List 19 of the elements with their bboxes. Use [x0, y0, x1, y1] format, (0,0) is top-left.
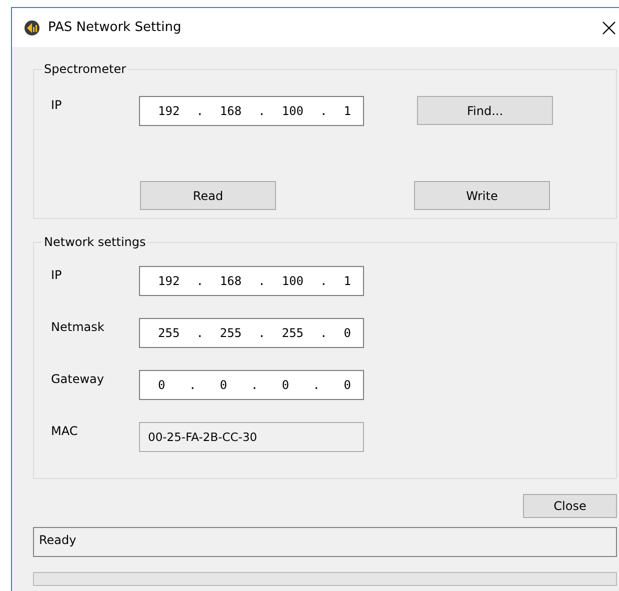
ip-address-field[interactable]: 0 . 0 . 0 . 0	[139, 370, 364, 400]
field-label: Gateway	[50, 371, 106, 387]
find-button[interactable]: Find...	[417, 96, 553, 125]
ip-address-field[interactable]: 255 . 255 . 255 . 0	[139, 318, 364, 348]
status-bar: Ready	[33, 527, 617, 557]
field-label: Netmask	[50, 319, 106, 335]
close-button[interactable]: Close	[523, 494, 617, 518]
field-label: IP	[50, 97, 63, 113]
field-label: IP	[50, 267, 63, 283]
field-label: MAC	[50, 423, 79, 439]
read-button[interactable]: Read	[140, 181, 276, 210]
group-title: Spectrometer	[42, 62, 128, 77]
app-logo-icon	[24, 20, 40, 36]
window-title: PAS Network Setting	[48, 20, 182, 35]
write-button[interactable]: Write	[414, 181, 550, 210]
ip-address-field[interactable]: 192 . 168 . 100 . 1	[139, 96, 364, 126]
ip-address-field[interactable]: 192 . 168 . 100 . 1	[139, 266, 364, 296]
group-title: Network settings	[42, 235, 148, 250]
close-icon[interactable]	[602, 20, 616, 34]
